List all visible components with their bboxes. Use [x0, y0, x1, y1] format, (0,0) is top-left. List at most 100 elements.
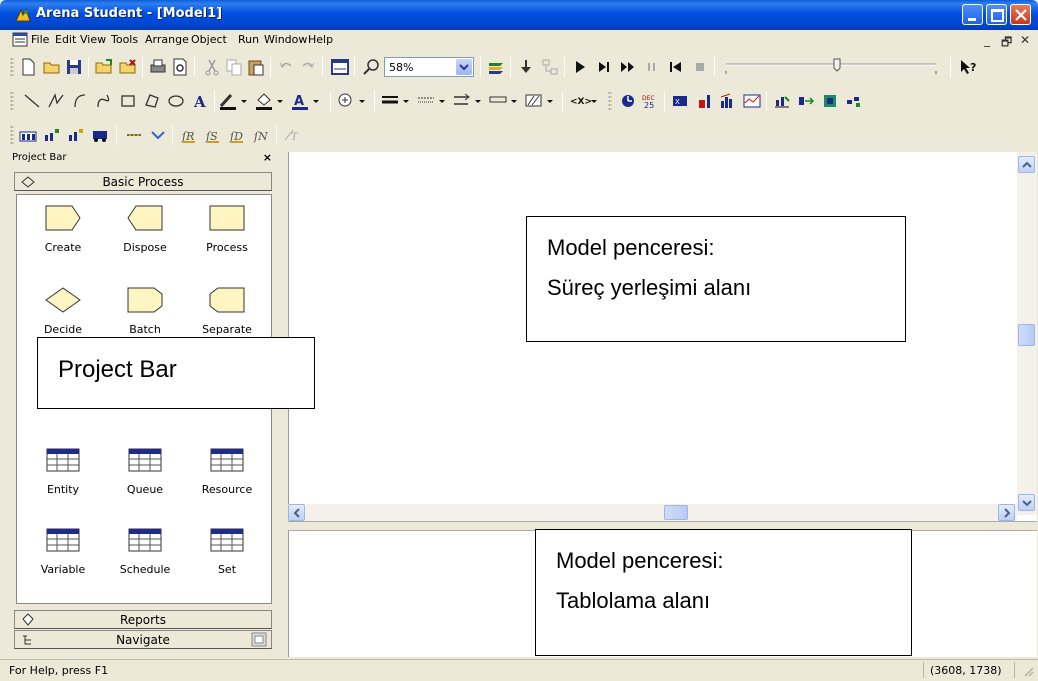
module-variable[interactable]: Variable — [25, 523, 101, 589]
queue-animate-icon[interactable] — [772, 91, 792, 111]
basic-process-panel-header[interactable]: Basic Process — [14, 172, 272, 191]
context-help-icon[interactable]: ? — [958, 57, 978, 77]
text-icon[interactable]: A — [190, 91, 210, 111]
scroll-left-button[interactable] — [288, 504, 305, 521]
close-button[interactable] — [1010, 4, 1031, 25]
step-icon[interactable] — [594, 57, 614, 77]
ellipse-icon[interactable] — [166, 91, 186, 111]
line-width-icon[interactable] — [380, 91, 414, 111]
view-split-icon[interactable] — [330, 57, 350, 77]
fill-color-icon[interactable] — [254, 91, 288, 111]
bezier-icon[interactable] — [94, 91, 114, 111]
scroll-down-button[interactable] — [1018, 494, 1035, 511]
undo-icon[interactable] — [276, 57, 296, 77]
scroll-right-button[interactable] — [998, 504, 1015, 521]
toolbar-grip[interactable] — [10, 125, 14, 145]
chevron-down-icon[interactable] — [456, 59, 472, 75]
vertical-scrollbar[interactable] — [1017, 152, 1037, 515]
text-color-icon[interactable]: A — [290, 91, 324, 111]
module-entity[interactable]: Entity — [25, 443, 101, 509]
segment-icon[interactable] — [148, 125, 168, 145]
menu-view[interactable]: View — [80, 33, 106, 46]
background-color-icon[interactable] — [336, 91, 370, 111]
start-over-icon[interactable] — [666, 57, 686, 77]
navigate-panel-header[interactable]: Navigate — [14, 630, 272, 649]
resize-grip-icon[interactable] — [1022, 665, 1034, 677]
model-document-icon[interactable] — [12, 32, 28, 47]
project-bar-header[interactable]: Project Bar × — [10, 151, 278, 166]
polyline-icon[interactable] — [46, 91, 66, 111]
menu-run[interactable]: Run — [238, 33, 259, 46]
zoom-combo[interactable]: 58% — [384, 57, 474, 77]
station-route-icon[interactable]: ſR — [180, 125, 200, 145]
line-icon[interactable] — [22, 91, 42, 111]
copy-icon[interactable] — [224, 57, 244, 77]
menu-object[interactable]: Object — [191, 33, 227, 46]
template-attach-icon[interactable] — [94, 57, 114, 77]
date-icon[interactable]: DEC25 — [640, 91, 660, 111]
line-pattern-icon[interactable] — [488, 91, 522, 111]
variable-display-icon[interactable]: X — [670, 91, 690, 111]
module-queue[interactable]: Queue — [107, 443, 183, 509]
menu-help[interactable]: Help — [308, 33, 333, 46]
vertical-scroll-thumb[interactable] — [1018, 324, 1035, 346]
title-bar[interactable]: Arena Student - [Model1] — [0, 0, 1038, 30]
save-icon[interactable] — [64, 57, 84, 77]
menu-file[interactable]: File — [31, 33, 49, 46]
submodel-icon[interactable] — [540, 57, 560, 77]
maximize-button[interactable] — [986, 4, 1007, 25]
paste-icon[interactable] — [246, 57, 266, 77]
module-set[interactable]: Set — [189, 523, 265, 589]
module-process[interactable]: Process — [189, 201, 265, 267]
zoom-icon[interactable] — [362, 57, 382, 77]
mdi-minimize-button[interactable]: _ — [984, 33, 990, 47]
pause-icon[interactable] — [642, 57, 662, 77]
cut-icon[interactable] — [202, 57, 222, 77]
menu-edit[interactable]: Edit — [55, 33, 76, 46]
toolbar-grip[interactable] — [608, 91, 612, 111]
menu-tools[interactable]: Tools — [111, 33, 138, 46]
mdi-restore-button[interactable]: 🗗 — [1001, 33, 1012, 54]
box-icon[interactable] — [118, 91, 138, 111]
animation-speed-slider[interactable] — [722, 57, 944, 77]
project-bar-close-button[interactable]: × — [263, 151, 272, 164]
open-folder-icon[interactable] — [42, 57, 62, 77]
horizontal-scroll-thumb[interactable] — [664, 505, 688, 520]
go-icon[interactable] — [570, 57, 590, 77]
thumbnail-icon[interactable] — [251, 632, 267, 647]
line-color-icon[interactable] — [218, 91, 252, 111]
global-picture-icon[interactable] — [820, 91, 840, 111]
station-segment-icon[interactable]: ſS — [204, 125, 224, 145]
print-icon[interactable] — [148, 57, 168, 77]
arrow-style-icon[interactable] — [452, 91, 486, 111]
print-preview-icon[interactable] — [170, 57, 190, 77]
histogram-icon[interactable] — [718, 91, 738, 111]
connect-icon[interactable] — [516, 57, 536, 77]
show-dimensions-icon[interactable]: <X> — [568, 91, 602, 111]
arc-icon[interactable] — [70, 91, 90, 111]
transporter-vehicle-icon[interactable] — [90, 125, 110, 145]
route-icon[interactable] — [124, 125, 144, 145]
module-resource[interactable]: Resource — [189, 443, 265, 509]
toolbar-grip[interactable] — [10, 91, 14, 111]
storage-icon[interactable] — [18, 125, 38, 145]
minimize-button[interactable] — [962, 4, 983, 25]
transporter-icon[interactable] — [844, 91, 864, 111]
template-detach-icon[interactable] — [118, 57, 138, 77]
polygon-icon[interactable] — [142, 91, 162, 111]
line-style-icon[interactable] — [416, 91, 450, 111]
menu-arrange[interactable]: Arrange — [145, 33, 189, 46]
fill-pattern-icon[interactable] — [524, 91, 558, 111]
module-schedule[interactable]: Schedule — [107, 523, 183, 589]
horizontal-scrollbar[interactable] — [288, 504, 1017, 521]
plot-icon[interactable] — [742, 91, 762, 111]
menu-window[interactable]: Window — [264, 33, 307, 46]
seize-icon[interactable] — [42, 125, 62, 145]
mdi-close-button[interactable]: ✕ — [1020, 33, 1030, 47]
new-file-icon[interactable] — [18, 57, 38, 77]
module-dispose[interactable]: Dispose — [107, 201, 183, 267]
resource-animate-icon[interactable] — [796, 91, 816, 111]
clock-icon[interactable] — [618, 91, 638, 111]
station-network-icon[interactable]: ſN — [252, 125, 272, 145]
scroll-up-button[interactable] — [1018, 156, 1035, 173]
